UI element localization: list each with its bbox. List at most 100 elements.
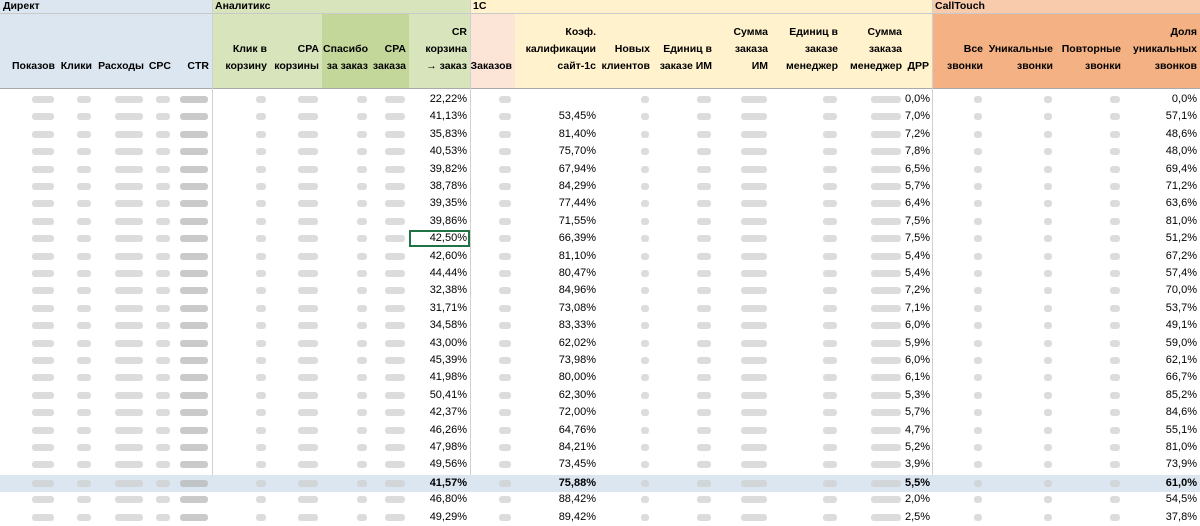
qual-coef-cell[interactable]: 53,45% xyxy=(515,108,599,125)
cr-cart-cell[interactable]: 39,35% xyxy=(409,195,470,212)
drr-cell[interactable]: 4,7% xyxy=(905,422,932,439)
header-clicks[interactable]: Клики xyxy=(58,14,95,89)
qual-coef-cell[interactable]: 84,21% xyxy=(515,439,599,456)
unique-share-cell[interactable]: 61,0% xyxy=(1124,475,1200,492)
header-unique-share[interactable]: Доля уникальных звонков xyxy=(1124,14,1200,89)
cr-cart-cell[interactable]: 44,44% xyxy=(409,265,470,282)
cr-cart-cell[interactable]: 40,53% xyxy=(409,143,470,160)
qual-coef-cell[interactable]: 66,39% xyxy=(515,230,599,247)
drr-cell[interactable]: 7,2% xyxy=(905,282,932,299)
unique-share-cell[interactable]: 71,2% xyxy=(1124,178,1200,195)
unique-share-cell[interactable]: 57,4% xyxy=(1124,265,1200,282)
unique-share-cell[interactable]: 62,1% xyxy=(1124,352,1200,369)
cr-cart-cell[interactable]: 41,98% xyxy=(409,369,470,386)
cr-cart-cell[interactable]: 31,71% xyxy=(409,300,470,317)
qual-coef-cell[interactable]: 73,98% xyxy=(515,352,599,369)
drr-cell[interactable]: 7,5% xyxy=(905,213,932,230)
unique-share-cell[interactable]: 57,1% xyxy=(1124,108,1200,125)
qual-coef-cell[interactable]: 62,02% xyxy=(515,335,599,352)
unique-share-cell[interactable]: 0,0% xyxy=(1124,91,1200,108)
cr-cart-cell[interactable]: 41,57% xyxy=(409,475,470,492)
spreadsheet[interactable]: { "groups": { "direct": "Директ", "analy… xyxy=(0,0,1200,523)
header-repeat-calls[interactable]: Повторные звонки xyxy=(1056,14,1124,89)
header-ctr[interactable]: CTR xyxy=(174,14,212,89)
drr-cell[interactable]: 6,0% xyxy=(905,352,932,369)
header-unique-calls[interactable]: Уникальные звонки xyxy=(986,14,1056,89)
cr-cart-cell[interactable]: 49,56% xyxy=(409,456,470,473)
cr-cart-cell[interactable]: 45,39% xyxy=(409,352,470,369)
header-cpc[interactable]: CPC xyxy=(147,14,174,89)
qual-coef-cell[interactable]: 77,44% xyxy=(515,195,599,212)
qual-coef-cell[interactable]: 72,00% xyxy=(515,404,599,421)
cr-cart-cell[interactable]: 32,38% xyxy=(409,282,470,299)
cr-cart-cell[interactable]: 35,83% xyxy=(409,126,470,143)
header-sum-im[interactable]: Сумма заказа ИМ xyxy=(715,14,771,89)
header-all-calls[interactable]: Все звонки xyxy=(932,14,986,89)
cr-cart-cell[interactable]: 46,26% xyxy=(409,422,470,439)
header-shows[interactable]: Показов xyxy=(0,14,58,89)
drr-cell[interactable]: 3,9% xyxy=(905,456,932,473)
header-new-clients[interactable]: Новых клиентов xyxy=(599,14,653,89)
unique-share-cell[interactable]: 48,0% xyxy=(1124,143,1200,160)
cr-cart-cell[interactable]: 42,50% xyxy=(409,230,470,248)
qual-coef-cell[interactable]: 84,29% xyxy=(515,178,599,195)
drr-cell[interactable]: 5,2% xyxy=(905,439,932,456)
drr-cell[interactable]: 7,8% xyxy=(905,143,932,160)
unique-share-cell[interactable]: 81,0% xyxy=(1124,213,1200,230)
header-cart-clicks[interactable]: Клик в корзину xyxy=(212,14,270,89)
qual-coef-cell[interactable]: 83,33% xyxy=(515,317,599,334)
drr-cell[interactable]: 5,3% xyxy=(905,387,932,404)
unique-share-cell[interactable]: 51,2% xyxy=(1124,230,1200,247)
cr-cart-cell[interactable]: 49,29% xyxy=(409,509,470,526)
header-cpa-order[interactable]: CPA заказа xyxy=(371,14,409,89)
unique-share-cell[interactable]: 67,2% xyxy=(1124,248,1200,265)
cr-cart-cell[interactable]: 34,58% xyxy=(409,317,470,334)
cr-cart-cell[interactable]: 39,82% xyxy=(409,161,470,178)
unique-share-cell[interactable]: 55,1% xyxy=(1124,422,1200,439)
header-spend[interactable]: Расходы xyxy=(95,14,147,89)
cr-cart-cell[interactable]: 42,60% xyxy=(409,248,470,265)
qual-coef-cell[interactable]: 89,42% xyxy=(515,509,599,526)
header-drr[interactable]: ДРР xyxy=(905,14,932,89)
header-cr-cart[interactable]: CR корзина → заказ xyxy=(409,14,470,89)
qual-coef-cell[interactable]: 84,96% xyxy=(515,282,599,299)
drr-cell[interactable]: 5,7% xyxy=(905,404,932,421)
unique-share-cell[interactable]: 85,2% xyxy=(1124,387,1200,404)
qual-coef-cell[interactable]: 88,42% xyxy=(515,491,599,508)
qual-coef-cell[interactable]: 81,40% xyxy=(515,126,599,143)
qual-coef-cell[interactable]: 75,88% xyxy=(515,475,599,492)
drr-cell[interactable]: 7,0% xyxy=(905,108,932,125)
qual-coef-cell[interactable]: 73,45% xyxy=(515,456,599,473)
unique-share-cell[interactable]: 49,1% xyxy=(1124,317,1200,334)
unique-share-cell[interactable]: 53,7% xyxy=(1124,300,1200,317)
qual-coef-cell[interactable]: 73,08% xyxy=(515,300,599,317)
cr-cart-cell[interactable]: 50,41% xyxy=(409,387,470,404)
drr-cell[interactable]: 6,4% xyxy=(905,195,932,212)
qual-coef-cell[interactable]: 81,10% xyxy=(515,248,599,265)
qual-coef-cell[interactable]: 75,70% xyxy=(515,143,599,160)
header-sum-manager[interactable]: Сумма заказа менеджер xyxy=(841,14,905,89)
cr-cart-cell[interactable]: 22,22% xyxy=(409,91,470,108)
header-cpa-cart[interactable]: CPA корзины xyxy=(270,14,322,89)
header-orders[interactable]: Заказов xyxy=(470,14,515,89)
drr-cell[interactable]: 7,1% xyxy=(905,300,932,317)
drr-cell[interactable]: 5,5% xyxy=(905,475,932,492)
qual-coef-cell[interactable]: 71,55% xyxy=(515,213,599,230)
cr-cart-cell[interactable]: 43,00% xyxy=(409,335,470,352)
cr-cart-cell[interactable]: 42,37% xyxy=(409,404,470,421)
qual-coef-cell[interactable]: 80,00% xyxy=(515,369,599,386)
drr-cell[interactable]: 5,7% xyxy=(905,178,932,195)
cr-cart-cell[interactable]: 46,80% xyxy=(409,491,470,508)
unique-share-cell[interactable]: 37,8% xyxy=(1124,509,1200,526)
unique-share-cell[interactable]: 84,6% xyxy=(1124,404,1200,421)
cr-cart-cell[interactable]: 41,13% xyxy=(409,108,470,125)
qual-coef-cell[interactable]: 64,76% xyxy=(515,422,599,439)
drr-cell[interactable]: 6,0% xyxy=(905,317,932,334)
drr-cell[interactable]: 7,2% xyxy=(905,126,932,143)
drr-cell[interactable]: 7,5% xyxy=(905,230,932,247)
header-qual-coef[interactable]: Коэф. калификации сайт-1с xyxy=(515,14,599,89)
drr-cell[interactable]: 2,5% xyxy=(905,509,932,526)
drr-cell[interactable]: 5,4% xyxy=(905,248,932,265)
cr-cart-cell[interactable]: 47,98% xyxy=(409,439,470,456)
unique-share-cell[interactable]: 63,6% xyxy=(1124,195,1200,212)
